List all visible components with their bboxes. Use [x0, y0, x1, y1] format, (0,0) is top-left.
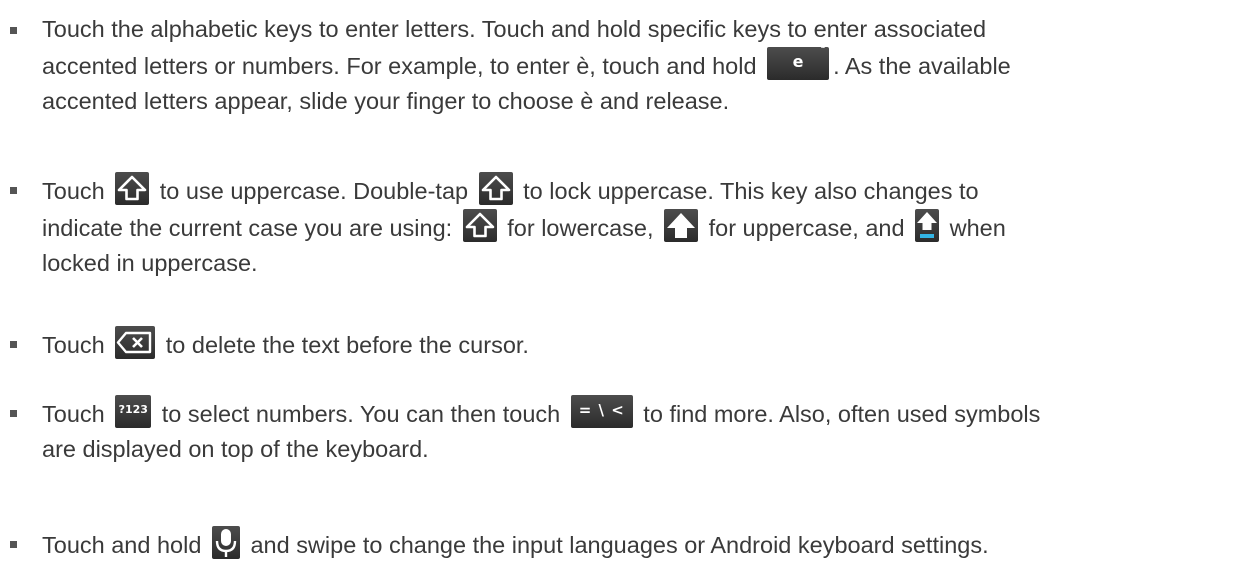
item-text: for uppercase, and	[702, 215, 912, 241]
numbers-key-label: ?123	[118, 403, 148, 416]
item-text: Touch	[42, 178, 112, 204]
list-item: Touch to use uppercase. Double-tap to lo…	[10, 172, 1192, 281]
shift-icon	[478, 172, 513, 205]
item-text: to delete the text before the cursor.	[159, 332, 529, 358]
item-text: Touch	[42, 332, 112, 358]
item-text: Touch	[42, 401, 112, 427]
item-text: accented letters or numbers. For example…	[42, 53, 764, 79]
symbols-key: = \ <	[570, 395, 633, 428]
shift-uppercase-icon	[664, 209, 699, 242]
shift-icon	[115, 172, 150, 205]
e-key: e3	[767, 41, 830, 80]
e-key-superscript: 3	[820, 41, 827, 51]
list-item: Touch and hold and swipe to change the i…	[10, 526, 1192, 563]
list-item: Touch the alphabetic keys to enter lette…	[10, 12, 1192, 119]
item-text: to lock uppercase. This key also changes…	[516, 178, 979, 204]
bullet-marker	[10, 27, 17, 34]
delete-icon	[115, 326, 156, 359]
bullet-marker	[10, 341, 17, 348]
item-text: indicate the current case you are using:	[42, 215, 459, 241]
item-text: to use uppercase. Double-tap	[153, 178, 475, 204]
item-text: are displayed on top of the keyboard.	[42, 436, 429, 462]
item-text: to select numbers. You can then touch	[155, 401, 567, 427]
symbols-key-label: = \ <	[578, 401, 625, 419]
shift-locked-icon	[915, 209, 940, 242]
item-text: Touch the alphabetic keys to enter lette…	[42, 16, 987, 42]
bullet-marker	[10, 187, 17, 194]
item-text: to find more. Also, often used symbols	[636, 401, 1041, 427]
item-text: . As the available	[833, 53, 1011, 79]
item-text: for lowercase,	[500, 215, 661, 241]
item-text: accented letters appear, slide your fing…	[42, 88, 730, 114]
item-text: and swipe to change the input languages …	[243, 532, 989, 558]
item-text: when	[943, 215, 1006, 241]
e-key-label: e	[792, 52, 804, 71]
document-page: Touch the alphabetic keys to enter lette…	[0, 0, 1242, 573]
numbers-key: ?123	[115, 395, 152, 428]
item-text: Touch and hold	[42, 532, 208, 558]
item-text: locked in uppercase.	[42, 250, 258, 276]
shift-lowercase-icon	[462, 209, 497, 242]
bullet-marker	[10, 410, 17, 417]
list-item: Touch ?123 to select numbers. You can th…	[10, 395, 1192, 467]
microphone-icon	[211, 526, 240, 559]
list-item: Touch to delete the text before the curs…	[10, 326, 1192, 363]
bullet-marker	[10, 541, 17, 548]
